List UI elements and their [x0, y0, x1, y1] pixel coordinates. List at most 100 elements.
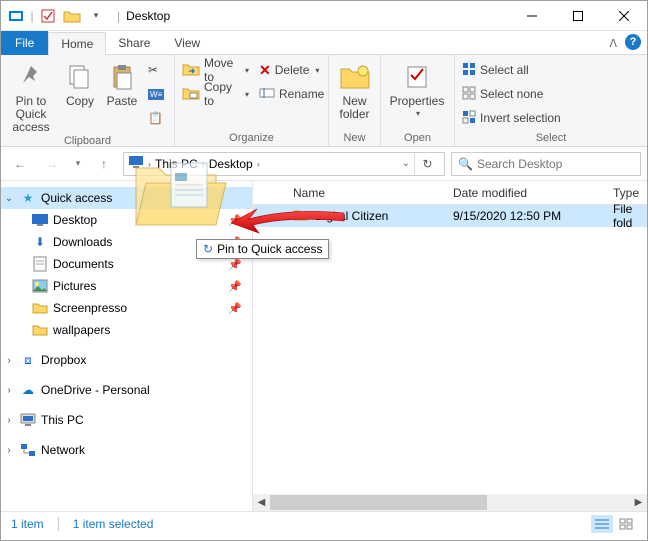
ribbon-tabs: File Home Share View ᐱ ?: [1, 31, 647, 55]
help-icon[interactable]: ?: [625, 34, 641, 50]
dropbox-icon: ⧈: [19, 351, 37, 369]
search-placeholder: Search Desktop: [477, 157, 562, 171]
folder-icon: [293, 209, 309, 224]
collapse-ribbon-icon[interactable]: ᐱ: [609, 37, 617, 50]
window-title: | Desktop: [117, 9, 170, 23]
column-name[interactable]: Name: [281, 186, 441, 200]
select-none-button[interactable]: Select none: [458, 83, 578, 105]
clipboard-mini: ✂ W≡ 📋: [144, 57, 168, 129]
paste-button[interactable]: Paste: [102, 57, 142, 108]
invert-selection-button[interactable]: Invert selection: [458, 107, 578, 129]
tree-onedrive[interactable]: › ☁ OneDrive - Personal: [1, 379, 252, 401]
close-button[interactable]: [601, 1, 647, 31]
scroll-left-icon[interactable]: ◀: [253, 494, 270, 511]
chevron-right-icon[interactable]: ›: [3, 355, 15, 366]
new-folder-button[interactable]: New folder: [332, 57, 377, 121]
maximize-button[interactable]: [555, 1, 601, 31]
chevron-right-icon[interactable]: ›: [3, 385, 15, 396]
column-type[interactable]: Type: [601, 186, 647, 200]
paste-shortcut-icon: 📋: [148, 111, 163, 125]
delete-button[interactable]: ✕ Delete▾: [255, 59, 325, 81]
group-label-clipboard: Clipboard: [4, 135, 171, 149]
group-label-new: New: [332, 132, 377, 146]
nav-recent-button[interactable]: ▾: [71, 152, 85, 176]
tree-dropbox[interactable]: › ⧈ Dropbox: [1, 349, 252, 371]
downloads-icon: ⬇: [31, 233, 49, 251]
copy-path-icon: W≡: [148, 89, 164, 100]
copy-to-button[interactable]: Copy to▾: [178, 83, 253, 105]
group-select: Select all Select none Invert selection …: [455, 55, 647, 146]
status-bar: 1 item 1 item selected: [1, 511, 647, 535]
tab-share[interactable]: Share: [106, 31, 162, 55]
pin-action-icon: ↻: [203, 242, 213, 256]
file-date: 9/15/2020 12:50 PM: [441, 209, 601, 223]
refresh-button[interactable]: ↻: [414, 153, 440, 175]
drag-tooltip: ↻ Pin to Quick access: [196, 239, 329, 259]
address-bar[interactable]: › This PC › Desktop › ⌄ ↻: [123, 152, 445, 176]
tree-pictures[interactable]: Pictures📌: [1, 275, 252, 297]
nav-forward-button[interactable]: →: [39, 152, 65, 176]
nav-back-button[interactable]: ←: [7, 152, 33, 176]
dropdown-history-icon[interactable]: ⌄: [402, 158, 410, 169]
group-label-open: Open: [384, 132, 451, 146]
tree-this-pc[interactable]: › This PC: [1, 409, 252, 431]
this-pc-icon: [19, 411, 37, 429]
folder-icon: [31, 321, 49, 339]
group-organize: Move to▾ Copy to▾ ✕ Delete▾ Rename: [175, 55, 329, 146]
tree-wallpapers[interactable]: wallpapers: [1, 319, 252, 341]
tree-desktop[interactable]: Desktop📌: [1, 209, 252, 231]
chevron-down-icon[interactable]: ⌄: [3, 193, 15, 204]
copy-path-button[interactable]: W≡: [144, 83, 168, 105]
pin-to-quick-access-button[interactable]: Pin to Quick access: [4, 57, 58, 135]
nav-up-button[interactable]: ↑: [91, 152, 117, 176]
crumb-desktop[interactable]: Desktop: [209, 157, 253, 171]
scissors-icon: ✂: [148, 63, 158, 77]
group-label-select: Select: [458, 132, 644, 146]
folder-icon: [31, 299, 49, 317]
qat-sep: |: [29, 5, 35, 27]
chevron-right-icon[interactable]: ›: [3, 415, 15, 426]
scrollbar-thumb[interactable]: [270, 495, 487, 510]
chevron-right-icon[interactable]: ›: [3, 445, 15, 456]
rename-button[interactable]: Rename: [255, 83, 325, 105]
copy-button[interactable]: Copy: [60, 57, 100, 108]
quick-access-toolbar: | ▾: [1, 5, 107, 27]
cut-button[interactable]: ✂: [144, 59, 168, 81]
details-view-button[interactable]: [591, 515, 613, 533]
tree-network[interactable]: › Network: [1, 439, 252, 461]
status-count: 1 item: [11, 517, 44, 531]
tab-view[interactable]: View: [162, 31, 212, 55]
column-date[interactable]: Date modified: [441, 186, 601, 200]
tab-file[interactable]: File: [1, 31, 48, 55]
tree-screenpresso[interactable]: Screenpresso📌: [1, 297, 252, 319]
properties-icon: [401, 61, 433, 93]
navigation-pane: ⌄ ★ Quick access Desktop📌 ⬇ Downloads📌 D…: [1, 181, 253, 511]
properties-button[interactable]: Properties▾: [384, 57, 450, 119]
file-row[interactable]: Digital Citizen 9/15/2020 12:50 PM File …: [253, 205, 647, 227]
scroll-right-icon[interactable]: ▶: [630, 494, 647, 511]
horizontal-scrollbar[interactable]: ◀ ▶: [253, 494, 647, 511]
explorer-window: | ▾ | Desktop File Home Share View ᐱ ?: [0, 0, 648, 541]
chevron-right-icon[interactable]: ›: [148, 159, 151, 169]
column-headers: Name Date modified Type: [253, 181, 647, 205]
group-new: New folder New: [329, 55, 381, 146]
pushpin-icon: [15, 61, 47, 93]
search-box[interactable]: 🔍 Search Desktop: [451, 152, 641, 176]
pin-icon: 📌: [228, 302, 242, 315]
paste-shortcut-button[interactable]: 📋: [144, 107, 168, 129]
paste-icon: [106, 61, 138, 93]
qat-customize-icon[interactable]: ▾: [85, 5, 107, 27]
chevron-right-icon[interactable]: ›: [202, 159, 205, 169]
minimize-button[interactable]: [509, 1, 555, 31]
thumbnails-view-button[interactable]: [615, 515, 637, 533]
move-to-button[interactable]: Move to▾: [178, 59, 253, 81]
qat-properties-icon[interactable]: [37, 5, 59, 27]
tree-quick-access[interactable]: ⌄ ★ Quick access: [1, 187, 252, 209]
crumb-this-pc[interactable]: This PC: [155, 157, 198, 171]
titlebar: | ▾ | Desktop: [1, 1, 647, 31]
select-all-button[interactable]: Select all: [458, 59, 578, 81]
star-icon: ★: [19, 189, 37, 207]
tab-home[interactable]: Home: [48, 32, 106, 56]
qat-new-folder-icon[interactable]: [61, 5, 83, 27]
chevron-right-icon[interactable]: ›: [257, 159, 260, 169]
